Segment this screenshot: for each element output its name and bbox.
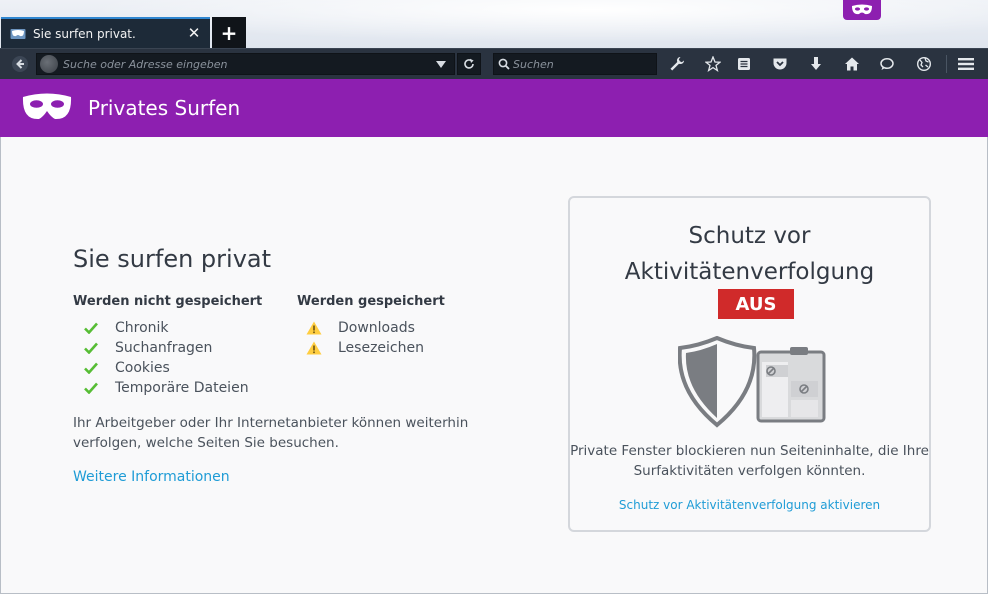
- search-input[interactable]: [513, 57, 656, 71]
- list-item-label: Chronik: [115, 320, 169, 336]
- list-item: Downloads: [297, 318, 415, 338]
- list-item: Suchanfragen: [73, 338, 212, 358]
- downloads-button[interactable]: [802, 53, 830, 75]
- list-item: Lesezeichen: [297, 338, 424, 358]
- checkmark-icon: [83, 381, 99, 395]
- checkmark-icon: [83, 361, 99, 375]
- close-tab-button[interactable]: ✕: [184, 24, 204, 44]
- reading-list-icon: [738, 58, 750, 70]
- toolbar-separator: [946, 55, 947, 73]
- private-mask-icon: [22, 93, 72, 120]
- tab-title: Sie surfen privat.: [33, 26, 136, 41]
- back-icon: [12, 56, 28, 72]
- list-item-label: Suchanfragen: [115, 340, 213, 356]
- download-icon: [811, 57, 821, 70]
- globe-button[interactable]: [910, 53, 938, 75]
- chat-button[interactable]: [873, 53, 901, 75]
- more-info-link[interactable]: Weitere Informationen: [73, 469, 230, 485]
- tracking-protection-title-line2: Aktivitätenverfolgung: [624, 259, 875, 285]
- pocket-icon: [773, 58, 787, 70]
- private-browsing-indicator: [843, 0, 881, 20]
- activate-tracking-protection-link[interactable]: Schutz vor Aktivitätenverfolgung aktivie…: [570, 498, 929, 512]
- list-item: Chronik: [73, 318, 169, 338]
- back-button[interactable]: [8, 54, 32, 74]
- not-saved-heading: Werden nicht gespeichert: [73, 294, 263, 309]
- list-item: Temporäre Dateien: [73, 378, 249, 398]
- search-engine-button[interactable]: [494, 54, 513, 74]
- tracking-notice: Ihr Arbeitgeber oder Ihr Internetanbiete…: [73, 415, 469, 451]
- tracking-shield-illustration-icon: [678, 336, 826, 428]
- list-item-label: Downloads: [338, 320, 415, 336]
- list-item-label: Lesezeichen: [338, 340, 424, 356]
- search-bar[interactable]: [493, 53, 657, 75]
- pocket-button[interactable]: [766, 53, 794, 75]
- tracking-protection-state-badge: AUS: [718, 289, 794, 319]
- url-dropdown-button[interactable]: [432, 55, 450, 73]
- url-bar[interactable]: [36, 53, 455, 75]
- bookmark-button[interactable]: [699, 53, 727, 75]
- warning-icon: [306, 341, 322, 355]
- globe-icon: [916, 56, 932, 72]
- main-heading: Sie surfen privat: [73, 245, 272, 273]
- list-item: Cookies: [73, 358, 170, 378]
- private-mask-icon: [852, 4, 872, 15]
- site-identity-icon[interactable]: [40, 55, 58, 73]
- reading-list-button[interactable]: [730, 53, 758, 75]
- saved-heading: Werden gespeichert: [297, 294, 445, 309]
- url-input[interactable]: [63, 57, 432, 71]
- navigation-toolbar: [0, 48, 988, 79]
- tracking-protection-description: Private Fenster blockieren nun Seiteninh…: [570, 443, 929, 479]
- home-button[interactable]: [838, 53, 866, 75]
- list-item-label: Cookies: [115, 360, 170, 376]
- private-tab-favicon-icon: [10, 28, 26, 40]
- list-item-label: Temporäre Dateien: [115, 380, 249, 396]
- chat-icon: [880, 57, 894, 70]
- tracking-protection-title: Schutz vor Aktivitätenverfolgung: [570, 218, 929, 290]
- chevron-down-icon: [436, 60, 446, 68]
- developer-tools-button[interactable]: [663, 53, 691, 75]
- bookmark-star-icon: [705, 56, 721, 72]
- private-browsing-content: Sie surfen privat Werden nicht gespeiche…: [0, 137, 988, 594]
- checkmark-icon: [83, 321, 99, 335]
- reload-icon: [464, 58, 474, 69]
- page-title: Privates Surfen: [88, 96, 241, 120]
- new-tab-button[interactable]: +: [212, 17, 246, 48]
- tab-private-browsing[interactable]: Sie surfen privat. ✕: [1, 17, 210, 48]
- home-icon: [845, 57, 859, 71]
- wrench-icon: [670, 56, 685, 71]
- menu-button[interactable]: [952, 53, 980, 75]
- warning-icon: [306, 321, 322, 335]
- private-browsing-header: Privates Surfen: [0, 79, 988, 137]
- checkmark-icon: [83, 341, 99, 355]
- title-bar: Sie surfen privat. ✕ +: [0, 0, 988, 48]
- tracking-protection-title-line1: Schutz vor: [688, 223, 811, 249]
- search-icon: [498, 58, 510, 70]
- tracking-protection-card: Schutz vor Aktivitätenverfolgung AUS Pri…: [568, 196, 931, 532]
- menu-icon: [958, 58, 974, 70]
- reload-button[interactable]: [457, 53, 481, 75]
